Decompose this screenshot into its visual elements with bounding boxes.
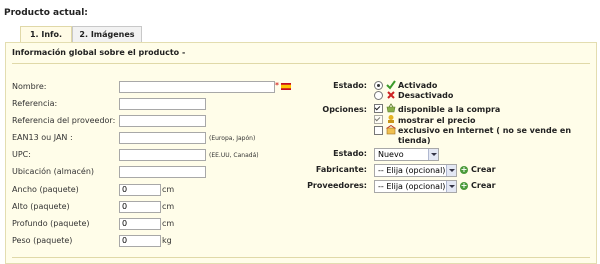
disponible-checkbox[interactable]	[374, 104, 383, 113]
nombre-label: Nombre:	[12, 82, 47, 91]
price-icon	[388, 115, 394, 123]
exclusivo-internet-label-1: exclusivo en Internet ( no se vende en	[398, 126, 572, 135]
proveedores-value: -- Elija (opcional) --	[378, 182, 454, 191]
condicion-label: Estado:	[333, 149, 367, 158]
required-mark: *	[275, 81, 279, 90]
upc-hint: (EE.UU, Canadá)	[209, 152, 259, 159]
peso-label: Peso (paquete)	[12, 236, 73, 245]
nombre-input[interactable]	[119, 81, 275, 93]
tab-info[interactable]: 1. Info.	[20, 26, 72, 43]
page-title: Producto actual:	[4, 8, 88, 18]
exclusivo-internet-label-2: tienda)	[398, 136, 431, 145]
upc-input[interactable]	[119, 149, 206, 161]
fabricante-select[interactable]: -- Elija (opcional) --	[374, 164, 457, 177]
peso-input[interactable]: 0	[119, 235, 161, 247]
bottom-separator	[12, 257, 590, 258]
condicion-select[interactable]: Nuevo	[374, 148, 439, 161]
panel-separator	[12, 63, 590, 64]
chevron-down-icon	[446, 165, 456, 176]
shop-icon	[386, 125, 396, 135]
fabricante-value: -- Elija (opcional) --	[378, 166, 454, 175]
check-icon	[386, 80, 396, 90]
estado-label: Estado:	[333, 81, 367, 90]
exclusivo-internet-checkbox[interactable]	[374, 126, 383, 135]
basket-icon	[386, 103, 396, 113]
referencia-input[interactable]	[119, 98, 206, 110]
add-icon[interactable]: +	[460, 166, 468, 174]
estado-activado-label: Activado	[398, 81, 438, 90]
referencia-label: Referencia:	[12, 99, 58, 108]
alto-input[interactable]: 0	[119, 201, 161, 213]
alto-label: Alto (paquete)	[12, 202, 70, 211]
ean13-hint: (Europa, Japón)	[209, 135, 256, 142]
proveedores-label: Proveedores:	[307, 181, 367, 190]
ref-proveedor-label: Referencia del proveedor:	[12, 116, 116, 125]
chevron-down-icon	[446, 181, 456, 192]
ancho-label: Ancho (paquete)	[12, 185, 79, 194]
profundo-input[interactable]: 0	[119, 218, 161, 230]
ancho-input[interactable]: 0	[119, 184, 161, 196]
ancho-unit: cm	[162, 185, 175, 194]
panel-header: Información global sobre el producto -	[12, 48, 186, 57]
ean13-label: EAN13 ou JAN :	[12, 133, 73, 142]
crear-proveedor-button[interactable]: Crear	[471, 181, 496, 190]
crear-fabricante-button[interactable]: Crear	[471, 165, 496, 174]
estado-desactivado-label: Desactivado	[398, 91, 454, 100]
estado-desactivado-radio[interactable]	[374, 91, 383, 100]
disponible-label: disponible a la compra	[398, 105, 501, 114]
tab-images[interactable]: 2. Imágenes (0)	[72, 26, 142, 54]
condicion-value: Nuevo	[378, 150, 404, 159]
profundo-label: Profundo (paquete)	[12, 219, 90, 228]
add-icon[interactable]: +	[460, 182, 468, 190]
alto-unit: cm	[162, 202, 175, 211]
cross-icon	[387, 91, 395, 99]
upc-label: UPC:	[12, 150, 31, 159]
product-info-panel: Información global sobre el producto - N…	[5, 42, 597, 264]
profundo-unit: cm	[162, 219, 175, 228]
fabricante-label: Fabricante:	[315, 165, 367, 174]
ubicacion-label: Ubicación (almacén)	[12, 167, 95, 176]
opciones-label: Opciones:	[322, 105, 367, 114]
ref-proveedor-input[interactable]	[119, 115, 206, 127]
spain-flag-icon[interactable]	[281, 83, 291, 90]
mostrar-precio-label: mostrar el precio	[398, 116, 476, 125]
chevron-down-icon	[428, 149, 438, 160]
ean13-input[interactable]	[119, 132, 206, 144]
estado-activado-radio[interactable]	[374, 81, 383, 90]
peso-unit: kg	[162, 236, 172, 245]
proveedores-select[interactable]: -- Elija (opcional) --	[374, 180, 457, 193]
mostrar-precio-checkbox[interactable]	[374, 115, 383, 124]
ubicacion-input[interactable]	[119, 166, 206, 178]
